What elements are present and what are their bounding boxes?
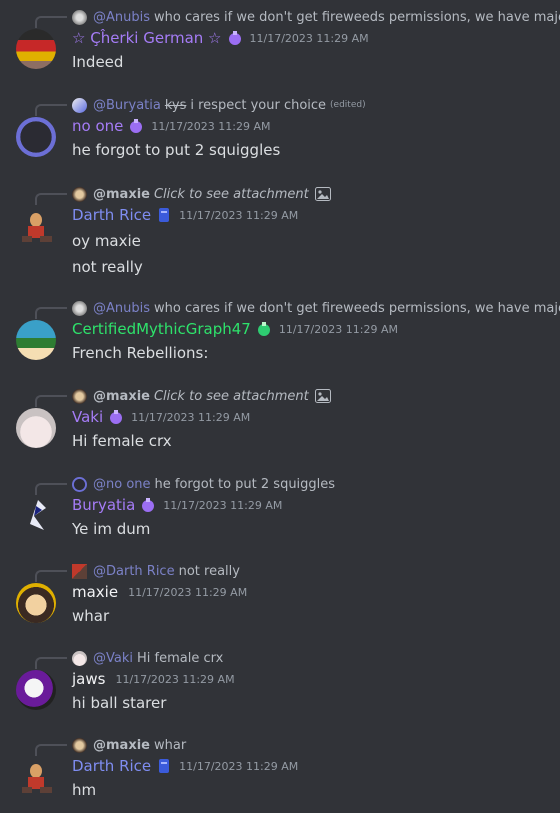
reply-preview[interactable]: @Anubis who cares if we don't get firewe… [72, 7, 560, 27]
avatar[interactable] [16, 320, 56, 360]
reply-avatar [72, 9, 87, 25]
avatar[interactable] [16, 29, 56, 69]
reply-preview[interactable]: @maxie Click to see attachment [72, 386, 331, 406]
reply-text: i respect your choice [190, 97, 327, 113]
reply-preview[interactable]: @Vaki Hi female crx [72, 648, 223, 668]
message-text: he forgot to put 2 squiggles [72, 141, 281, 159]
message-text: Hi female crx [72, 432, 172, 450]
reply-avatar [72, 186, 87, 202]
reply-avatar [72, 476, 87, 492]
avatar[interactable] [16, 206, 56, 246]
reply-mention[interactable]: @Darth Rice [93, 564, 175, 579]
author-name[interactable]: Buryatia [72, 496, 135, 514]
reply-text: who cares if we don't get fireweeds perm… [154, 9, 560, 25]
reply-attachment-link[interactable]: Click to see attachment [154, 187, 309, 202]
timestamp: 11/17/2023 11:29 AM [115, 672, 235, 686]
image-icon [314, 389, 331, 403]
reply-text: Hi female crx [137, 650, 224, 666]
reply-preview[interactable]: @Darth Rice not really [72, 561, 240, 581]
reply-avatar [72, 300, 87, 316]
reply-spine [35, 657, 67, 669]
reply-spine [35, 570, 67, 582]
reply-preview[interactable]: @maxie Click to see attachment [72, 184, 331, 204]
reply-preview[interactable]: @no one he forgot to put 2 squiggles [72, 474, 335, 494]
avatar[interactable] [16, 408, 56, 448]
card-badge-icon [159, 208, 170, 222]
edited-tag: (edited) [330, 100, 366, 110]
reply-text: he forgot to put 2 squiggles [154, 476, 336, 492]
reply-strikethrough-text: kys [164, 97, 187, 113]
potion-badge-icon [130, 119, 143, 133]
author-name[interactable]: no one [72, 117, 123, 135]
reply-mention[interactable]: @Anubis [93, 10, 150, 25]
reply-text: not really [178, 563, 240, 579]
author-name[interactable]: CertifiedMythicGraph47 [72, 320, 251, 338]
reply-spine [35, 483, 67, 495]
timestamp: 11/17/2023 11:29 AM [179, 759, 299, 773]
reply-preview[interactable]: @Anubis who cares if we don't get firewe… [72, 298, 560, 318]
author-name[interactable]: jaws [72, 670, 105, 688]
timestamp: 11/17/2023 11:29 AM [249, 31, 369, 45]
author-name[interactable]: Vaki [72, 408, 103, 426]
message-text: Indeed [72, 53, 124, 71]
message-text: not really [72, 258, 143, 276]
potion-badge-icon [228, 31, 241, 45]
timestamp: 11/17/2023 11:29 AM [131, 410, 251, 424]
reply-spine [35, 744, 67, 756]
reply-author[interactable]: @maxie [93, 389, 150, 404]
reply-text: who cares if we don't get fireweeds perm… [154, 300, 560, 316]
avatar[interactable] [16, 583, 56, 623]
reply-mention[interactable]: @Vaki [93, 651, 133, 666]
message-text: Ye im dum [72, 520, 151, 538]
message-text: hm [72, 781, 97, 799]
timestamp: 11/17/2023 11:29 AM [163, 498, 283, 512]
reply-mention[interactable]: @no one [93, 477, 151, 492]
timestamp: 11/17/2023 11:29 AM [278, 322, 398, 336]
reply-preview[interactable]: @maxie whar [72, 735, 186, 755]
potion-badge-icon [142, 498, 155, 512]
avatar[interactable] [16, 117, 56, 157]
reply-preview[interactable]: @Buryatia kys i respect your choice (edi… [72, 95, 366, 115]
reply-attachment-link[interactable]: Click to see attachment [154, 389, 309, 404]
green-potion-badge-icon [257, 322, 270, 336]
reply-text: whar [153, 737, 187, 753]
potion-badge-icon [110, 410, 123, 424]
timestamp: 11/17/2023 11:29 AM [179, 208, 299, 222]
message-text: oy maxie [72, 232, 141, 250]
reply-spine [35, 16, 67, 28]
avatar[interactable] [16, 757, 56, 797]
author-name[interactable]: maxie [72, 583, 118, 601]
timestamp: 11/17/2023 11:29 AM [151, 119, 271, 133]
reply-mention[interactable]: @Anubis [93, 301, 150, 316]
reply-author[interactable]: @maxie [93, 187, 150, 202]
reply-avatar [72, 97, 87, 113]
message-text: French Rebellions: [72, 344, 209, 362]
author-name[interactable]: Darth Rice [72, 206, 151, 224]
reply-avatar [72, 388, 87, 404]
timestamp: 11/17/2023 11:29 AM [128, 585, 248, 599]
reply-author[interactable]: @maxie [93, 738, 150, 753]
message-text: whar [72, 607, 110, 625]
author-name[interactable]: ☆ Çĥerki German ☆ [72, 29, 222, 47]
avatar[interactable] [16, 670, 56, 710]
reply-spine [35, 307, 67, 319]
reply-avatar [72, 737, 87, 753]
reply-avatar [72, 563, 87, 579]
reply-mention[interactable]: @Buryatia [93, 98, 161, 113]
chat-message-list: @Anubis who cares if we don't get firewe… [0, 0, 560, 813]
image-icon [314, 187, 331, 201]
reply-avatar [72, 650, 87, 666]
reply-spine [35, 104, 67, 116]
reply-spine [35, 193, 67, 205]
avatar[interactable] [16, 496, 56, 536]
card-badge-icon [159, 759, 170, 773]
author-name[interactable]: Darth Rice [72, 757, 151, 775]
message-text: hi ball starer [72, 694, 167, 712]
reply-spine [35, 395, 67, 407]
